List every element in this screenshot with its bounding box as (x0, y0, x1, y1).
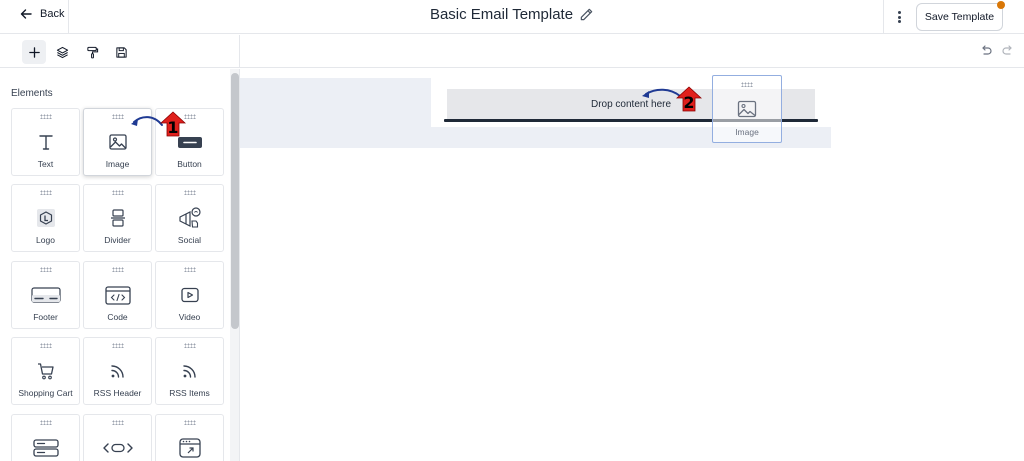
save-icon (115, 46, 127, 58)
element-tile-text[interactable]: Text (11, 108, 80, 176)
arrow-left-icon (20, 9, 32, 19)
top-header: Back Basic Email Template Save Template (0, 0, 1024, 34)
element-label: Social (177, 235, 202, 245)
element-label: RSS Items (169, 388, 210, 398)
canvas-toolbar (240, 35, 1024, 68)
drag-handle-icon (184, 190, 196, 195)
element-label: RSS Header (93, 388, 142, 398)
annotation-arrow-1 (131, 116, 163, 126)
video-icon (180, 287, 199, 303)
rss-icon (182, 365, 196, 378)
back-button[interactable]: Back (20, 8, 64, 20)
notification-dot (997, 1, 1005, 9)
drag-handle-icon (40, 267, 52, 272)
element-label: Button (177, 159, 202, 169)
element-tile-custom-code[interactable] (83, 414, 152, 461)
element-label: Text (37, 159, 54, 169)
sidebar-scrollbar[interactable] (230, 69, 239, 461)
element-tile-browser-window[interactable] (155, 414, 224, 461)
footer-icon (30, 287, 61, 303)
marker-number: 2 (683, 93, 695, 112)
redo-icon[interactable] (1001, 44, 1015, 58)
plus-icon (28, 46, 40, 58)
pencil-icon[interactable] (579, 7, 594, 22)
drag-handle-icon (40, 114, 52, 119)
element-tile-server[interactable] (11, 414, 80, 461)
shopping-cart-icon (37, 363, 54, 380)
element-tile-code[interactable]: Code (83, 261, 152, 329)
divider-icon (110, 209, 125, 227)
element-tile-shopping-cart[interactable]: Shopping Cart (11, 337, 80, 405)
drag-handle-icon (741, 82, 753, 87)
layers-tab[interactable] (50, 40, 74, 64)
paint-roller-icon (86, 46, 98, 58)
drag-handle-icon (184, 420, 196, 425)
drag-handle-icon (112, 420, 124, 425)
drag-handle-icon (184, 267, 196, 272)
template-title: Basic Email Template (429, 6, 574, 23)
social-icon (178, 207, 201, 228)
element-label: Shopping Cart (18, 388, 73, 398)
rss-icon (110, 365, 124, 378)
code-icon (104, 286, 131, 305)
element-label: Logo (36, 235, 55, 245)
element-tile-divider[interactable]: Divider (83, 184, 152, 252)
email-canvas: Drop content here 2 Image (240, 69, 1024, 461)
element-label: Image (105, 159, 130, 169)
logo-icon (36, 209, 55, 227)
element-tile-logo[interactable]: Logo (11, 184, 80, 252)
dragging-image-element[interactable]: Image (712, 75, 782, 143)
element-tile-rss-items[interactable]: RSS Items (155, 337, 224, 405)
element-label: Divider (104, 235, 131, 245)
add-elements-tab[interactable] (22, 40, 46, 64)
server-icon (32, 439, 59, 457)
element-label: Video (178, 312, 201, 322)
saved-blocks-tab[interactable] (109, 40, 133, 64)
undo-icon[interactable] (979, 44, 993, 58)
header-divider (68, 0, 69, 34)
element-tile-rss-header[interactable]: RSS Header (83, 337, 152, 405)
drag-handle-icon (112, 267, 124, 272)
styles-tab[interactable] (80, 40, 104, 64)
custom-code-icon (102, 443, 133, 453)
drag-handle-icon (112, 190, 124, 195)
drag-handle-icon (40, 420, 52, 425)
browser-window-icon (178, 438, 201, 458)
header-divider (883, 0, 884, 34)
element-label: Footer (33, 312, 58, 322)
element-tile-footer[interactable]: Footer (11, 261, 80, 329)
sidebar-toolbar (0, 35, 240, 68)
marker-number: 1 (167, 118, 179, 137)
back-label: Back (40, 8, 65, 20)
drag-handle-icon (112, 114, 124, 119)
drag-handle-icon (184, 343, 196, 348)
more-options-icon[interactable] (893, 9, 905, 25)
element-tile-video[interactable]: Video (155, 261, 224, 329)
elements-sidebar: Elements Text Image Button Logo Divider … (0, 69, 240, 461)
annotation-marker-1: 1 (160, 111, 186, 137)
image-icon (108, 134, 127, 150)
annotation-marker-2: 2 (676, 86, 702, 112)
element-label: Code (107, 312, 128, 322)
image-icon (737, 100, 757, 118)
text-icon (38, 135, 53, 150)
drag-handle-icon (112, 343, 124, 348)
drag-handle-icon (40, 190, 52, 195)
elements-section-title: Elements (11, 88, 53, 99)
scrollbar-thumb[interactable] (231, 73, 239, 329)
drag-handle-icon (40, 343, 52, 348)
element-tile-social[interactable]: Social (155, 184, 224, 252)
layers-icon (56, 46, 68, 58)
dragging-element-label: Image (735, 127, 759, 137)
save-template-button[interactable]: Save Template (916, 3, 1003, 31)
